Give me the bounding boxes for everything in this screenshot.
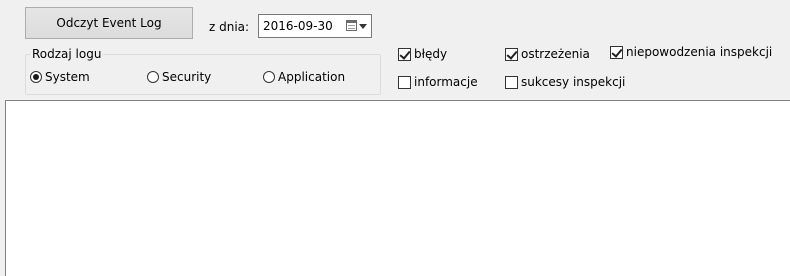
radio-system-label: System — [45, 70, 90, 84]
checkbox-audit-failures-label: niepowodzenia inspekcji — [626, 45, 773, 59]
radio-security[interactable]: Security — [147, 70, 211, 84]
chevron-down-icon — [359, 24, 367, 29]
checkbox-warnings-box[interactable] — [505, 47, 518, 61]
calendar-icon — [346, 20, 357, 31]
checkbox-audit-successes-box[interactable] — [505, 75, 518, 89]
checkbox-audit-failures-box[interactable] — [610, 45, 623, 59]
date-value[interactable]: 2016-09-30 — [263, 19, 333, 33]
radio-security-label: Security — [162, 70, 212, 84]
checkbox-errors-label: błędy — [414, 47, 448, 61]
date-dropdown-button[interactable] — [342, 17, 370, 35]
radio-application[interactable]: Application — [263, 70, 345, 84]
date-label: z dnia: — [209, 20, 250, 34]
event-log-output[interactable] — [5, 100, 790, 276]
checkbox-warnings-label: ostrzeżenia — [521, 47, 590, 61]
checkbox-information-box[interactable] — [398, 75, 411, 89]
checkbox-information-label: informacje — [414, 75, 478, 89]
date-picker[interactable]: 2016-09-30 — [258, 14, 372, 38]
checkbox-audit-successes-label: sukcesy inspekcji — [521, 75, 626, 89]
checkbox-audit-failures[interactable]: niepowodzenia inspekcji — [610, 45, 772, 59]
radio-system[interactable]: System — [30, 70, 90, 84]
radio-security-indicator[interactable] — [147, 71, 159, 83]
checkbox-warnings[interactable]: ostrzeżenia — [505, 47, 590, 61]
checkbox-errors[interactable]: błędy — [398, 47, 447, 61]
checkbox-information[interactable]: informacje — [398, 75, 478, 89]
log-type-legend: Rodzaj logu — [32, 47, 102, 61]
checkbox-audit-successes[interactable]: sukcesy inspekcji — [505, 75, 625, 89]
checkbox-errors-box[interactable] — [398, 47, 411, 61]
radio-system-indicator[interactable] — [30, 71, 42, 83]
radio-application-indicator[interactable] — [263, 71, 275, 83]
read-event-log-button[interactable]: Odczyt Event Log — [25, 7, 193, 39]
radio-application-label: Application — [278, 70, 346, 84]
